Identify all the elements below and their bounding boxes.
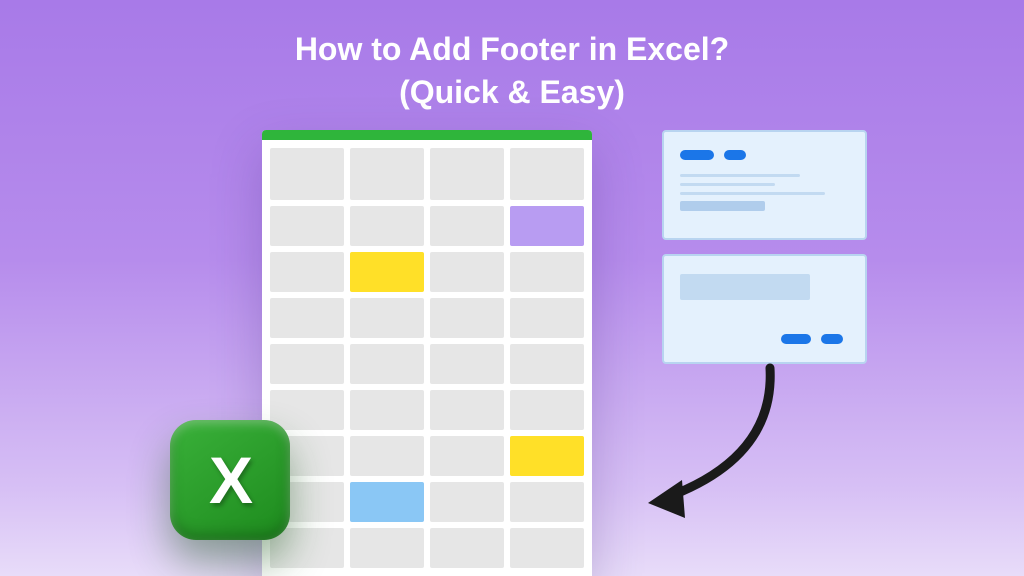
table-cell bbox=[510, 344, 584, 384]
table-cell bbox=[430, 482, 504, 522]
table-cell bbox=[270, 528, 344, 568]
table-cell bbox=[350, 206, 424, 246]
arrow-icon bbox=[620, 358, 800, 538]
table-cell bbox=[430, 528, 504, 568]
table-cell bbox=[430, 252, 504, 292]
table-cell bbox=[270, 298, 344, 338]
text-line bbox=[680, 192, 825, 195]
text-block bbox=[680, 274, 810, 300]
pill-icon bbox=[680, 150, 714, 160]
table-cell bbox=[430, 298, 504, 338]
text-line bbox=[680, 183, 775, 186]
title-line-2: (Quick & Easy) bbox=[399, 74, 625, 110]
table-cell bbox=[350, 390, 424, 430]
table-cell bbox=[270, 206, 344, 246]
table-cell bbox=[430, 436, 504, 476]
spreadsheet-mock bbox=[262, 130, 592, 576]
table-cell-highlight bbox=[350, 252, 424, 292]
card-header-pills bbox=[680, 146, 849, 164]
table-cell bbox=[510, 390, 584, 430]
table-cell bbox=[430, 206, 504, 246]
table-cell-highlight bbox=[510, 436, 584, 476]
table-cell bbox=[350, 344, 424, 384]
sheet-top-bar bbox=[262, 130, 592, 140]
table-cell bbox=[350, 148, 424, 200]
table-cell-highlight bbox=[350, 482, 424, 522]
excel-app-icon: X bbox=[170, 420, 290, 540]
table-cell bbox=[510, 528, 584, 568]
table-cell bbox=[510, 298, 584, 338]
table-cell bbox=[270, 390, 344, 430]
table-cell bbox=[510, 252, 584, 292]
table-cell bbox=[430, 148, 504, 200]
table-cell bbox=[510, 482, 584, 522]
sheet-grid bbox=[262, 140, 592, 576]
table-cell bbox=[430, 344, 504, 384]
title-line-1: How to Add Footer in Excel? bbox=[295, 31, 729, 67]
table-cell bbox=[270, 344, 344, 384]
text-block bbox=[680, 201, 765, 211]
pill-icon bbox=[821, 334, 843, 344]
table-cell-highlight bbox=[510, 206, 584, 246]
table-cell bbox=[350, 436, 424, 476]
pill-icon bbox=[781, 334, 811, 344]
table-cell bbox=[510, 148, 584, 200]
text-line bbox=[680, 174, 800, 177]
page-title: How to Add Footer in Excel? (Quick & Eas… bbox=[0, 28, 1024, 114]
table-cell bbox=[350, 528, 424, 568]
table-cell bbox=[350, 298, 424, 338]
document-card-footer bbox=[662, 254, 867, 364]
table-cell bbox=[270, 252, 344, 292]
card-footer-pills bbox=[781, 330, 849, 348]
document-card-header bbox=[662, 130, 867, 240]
excel-x-letter: X bbox=[209, 442, 251, 518]
table-cell bbox=[270, 148, 344, 200]
pill-icon bbox=[724, 150, 746, 160]
table-cell bbox=[430, 390, 504, 430]
